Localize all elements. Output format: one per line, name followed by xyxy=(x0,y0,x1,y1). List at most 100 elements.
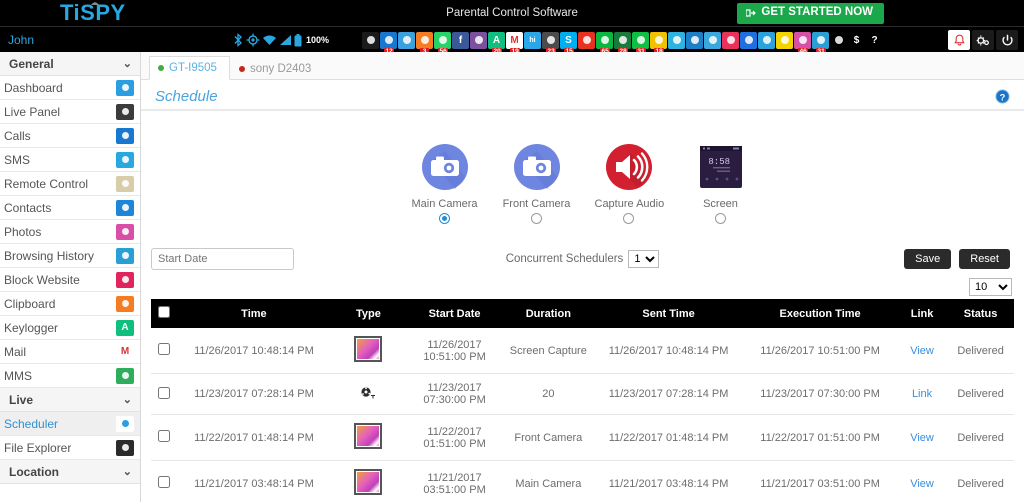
reset-button[interactable]: Reset xyxy=(959,249,1010,269)
th-duration[interactable]: Duration xyxy=(502,299,594,328)
bip-app-icon[interactable] xyxy=(704,31,721,49)
sidebar-item-contacts[interactable]: Contacts xyxy=(0,196,140,220)
sidebar-item-keylogger[interactable]: Keylogger A xyxy=(0,316,140,340)
sidebar-item-mms[interactable]: MMS xyxy=(0,364,140,388)
cell-link[interactable]: View xyxy=(896,460,948,502)
cell-select[interactable] xyxy=(151,328,178,374)
video-call-app-icon[interactable] xyxy=(722,31,739,49)
whatsapp-app-icon[interactable]: 56 xyxy=(434,31,451,56)
sidebar-item-scheduler[interactable]: Scheduler xyxy=(0,412,140,436)
sidebar-group-live[interactable]: Live ⌄ xyxy=(0,388,140,412)
capture-option-radio-front-camera[interactable] xyxy=(531,213,542,224)
sidebar-item-remote-control[interactable]: Remote Control xyxy=(0,172,140,196)
cell-select[interactable] xyxy=(151,373,178,415)
th-sent-time[interactable]: Sent Time xyxy=(593,299,744,328)
skype-app-icon[interactable]: S 15 xyxy=(560,31,577,56)
facebook-app-icon[interactable]: f xyxy=(452,31,469,49)
copy-app-icon[interactable]: 3 xyxy=(416,31,433,56)
tab-sony-d2403[interactable]: sony D2403 xyxy=(230,57,324,80)
download-app-icon[interactable]: 18 xyxy=(650,31,667,56)
email-app-icon[interactable] xyxy=(398,31,415,49)
download-arrow-icon[interactable] xyxy=(830,31,847,49)
sms-app-icon[interactable]: 23 xyxy=(542,31,559,56)
sidebar-group-location[interactable]: Location ⌄ xyxy=(0,460,140,484)
th-execution-time[interactable]: Execution Time xyxy=(743,299,897,328)
sidebar-item-clipboard[interactable]: Clipboard xyxy=(0,292,140,316)
sidebar-item-sms[interactable]: SMS xyxy=(0,148,140,172)
row-checkbox[interactable] xyxy=(158,476,171,488)
cell-link[interactable]: View xyxy=(896,328,948,374)
capture-option-radio-capture-audio[interactable] xyxy=(623,213,634,224)
table-row[interactable]: 11/26/2017 10:48:14 PM 11/26/2017 10:51:00… xyxy=(151,328,1014,374)
row-checkbox[interactable] xyxy=(158,386,171,399)
sidebar-item-block-website[interactable]: Block Website xyxy=(0,268,140,292)
imo-app-icon[interactable]: 31 xyxy=(632,31,649,56)
row-link[interactable]: View xyxy=(910,478,934,490)
photos-app-icon[interactable]: 46 xyxy=(794,31,811,56)
cell-select[interactable] xyxy=(151,414,178,461)
dollar-icon[interactable]: $ xyxy=(848,31,865,49)
capture-option-screen[interactable]: 8:58 Screen xyxy=(687,143,755,224)
start-date-input[interactable] xyxy=(151,248,294,270)
viber-app-icon[interactable] xyxy=(470,31,487,49)
phone-app-icon[interactable]: 12 xyxy=(380,31,397,56)
keylogger-app-icon[interactable]: A 20 xyxy=(488,31,505,56)
page-size-select[interactable]: 102550100 xyxy=(969,278,1012,296)
image-thumbnail-icon[interactable] xyxy=(354,469,383,495)
help-question-icon[interactable]: ? xyxy=(995,89,1010,104)
table-row[interactable]: 11/23/2017 07:28:14 PM 11/23/2017 07:30:00… xyxy=(151,373,1014,415)
capture-option-front-camera[interactable]: Front Camera xyxy=(503,143,571,224)
th-status[interactable]: Status xyxy=(947,299,1014,328)
image-thumbnail-icon[interactable] xyxy=(354,336,383,362)
cell-link[interactable]: Link xyxy=(896,373,948,415)
telegram-app-icon[interactable] xyxy=(758,31,775,49)
sidebar-item-file-explorer[interactable]: File Explorer xyxy=(0,436,140,460)
flame-app-icon[interactable] xyxy=(578,31,595,49)
image-thumbnail-icon[interactable] xyxy=(354,423,383,449)
help-icon[interactable]: ? xyxy=(866,31,883,49)
instagram-app-icon[interactable]: 28 xyxy=(614,31,631,56)
cell-link[interactable]: View xyxy=(896,414,948,461)
row-link[interactable]: View xyxy=(910,432,934,444)
video-camera-app-icon[interactable] xyxy=(362,31,379,49)
row-link[interactable]: View xyxy=(910,345,934,357)
get-started-button[interactable]: GET STARTED NOW xyxy=(737,3,884,24)
row-checkbox[interactable] xyxy=(158,343,171,355)
chat-app-icon[interactable] xyxy=(686,31,703,49)
cell-select[interactable] xyxy=(151,460,178,502)
hike-app-icon[interactable]: hi xyxy=(524,31,541,49)
sidebar-item-browsing-history[interactable]: Browsing History xyxy=(0,244,140,268)
save-button[interactable]: Save xyxy=(904,249,952,269)
wechat-app-icon[interactable]: 65 xyxy=(596,31,613,56)
browser-app-icon[interactable] xyxy=(668,31,685,49)
tab-gt-i9505[interactable]: GT-I9505 xyxy=(149,56,230,80)
sidebar-item-dashboard[interactable]: Dashboard xyxy=(0,76,140,100)
th-select-all[interactable] xyxy=(151,299,178,328)
sidebar-group-general[interactable]: General ⌄ xyxy=(0,52,140,76)
capture-option-main-camera[interactable]: Main Camera xyxy=(411,143,479,224)
capture-option-radio-main-camera[interactable] xyxy=(439,213,450,224)
table-row[interactable]: 11/22/2017 01:48:14 PM 11/22/2017 01:51:00… xyxy=(151,414,1014,461)
globe-app-icon[interactable]: 31 xyxy=(812,31,829,56)
capture-option-radio-screen[interactable] xyxy=(715,213,726,224)
settings-gear-button[interactable] xyxy=(972,30,994,50)
dots-app-icon[interactable] xyxy=(740,31,757,49)
th-link[interactable]: Link xyxy=(896,299,948,328)
th-start-date[interactable]: Start Date xyxy=(406,299,503,328)
sidebar-item-live-panel[interactable]: Live Panel xyxy=(0,100,140,124)
row-link[interactable]: Link xyxy=(912,388,932,400)
capture-option-capture-audio[interactable]: Capture Audio xyxy=(595,143,664,224)
kakaotalk-app-icon[interactable] xyxy=(776,31,793,49)
select-all-checkbox[interactable] xyxy=(158,306,171,318)
th-time[interactable]: Time xyxy=(177,299,331,328)
sidebar-item-mail[interactable]: Mail M xyxy=(0,340,140,364)
power-button[interactable] xyxy=(996,30,1018,50)
row-checkbox[interactable] xyxy=(158,430,171,442)
th-type[interactable]: Type xyxy=(330,299,407,328)
sidebar-item-calls[interactable]: Calls xyxy=(0,124,140,148)
alarm-bell-button[interactable] xyxy=(948,30,970,50)
gmail-app-icon[interactable]: M 19 xyxy=(506,31,523,56)
sidebar-item-photos[interactable]: Photos xyxy=(0,220,140,244)
concurrent-schedulers-select[interactable]: 12345 xyxy=(628,250,660,268)
table-row[interactable]: 11/21/2017 03:48:14 PM 11/21/2017 03:51:00… xyxy=(151,460,1014,502)
